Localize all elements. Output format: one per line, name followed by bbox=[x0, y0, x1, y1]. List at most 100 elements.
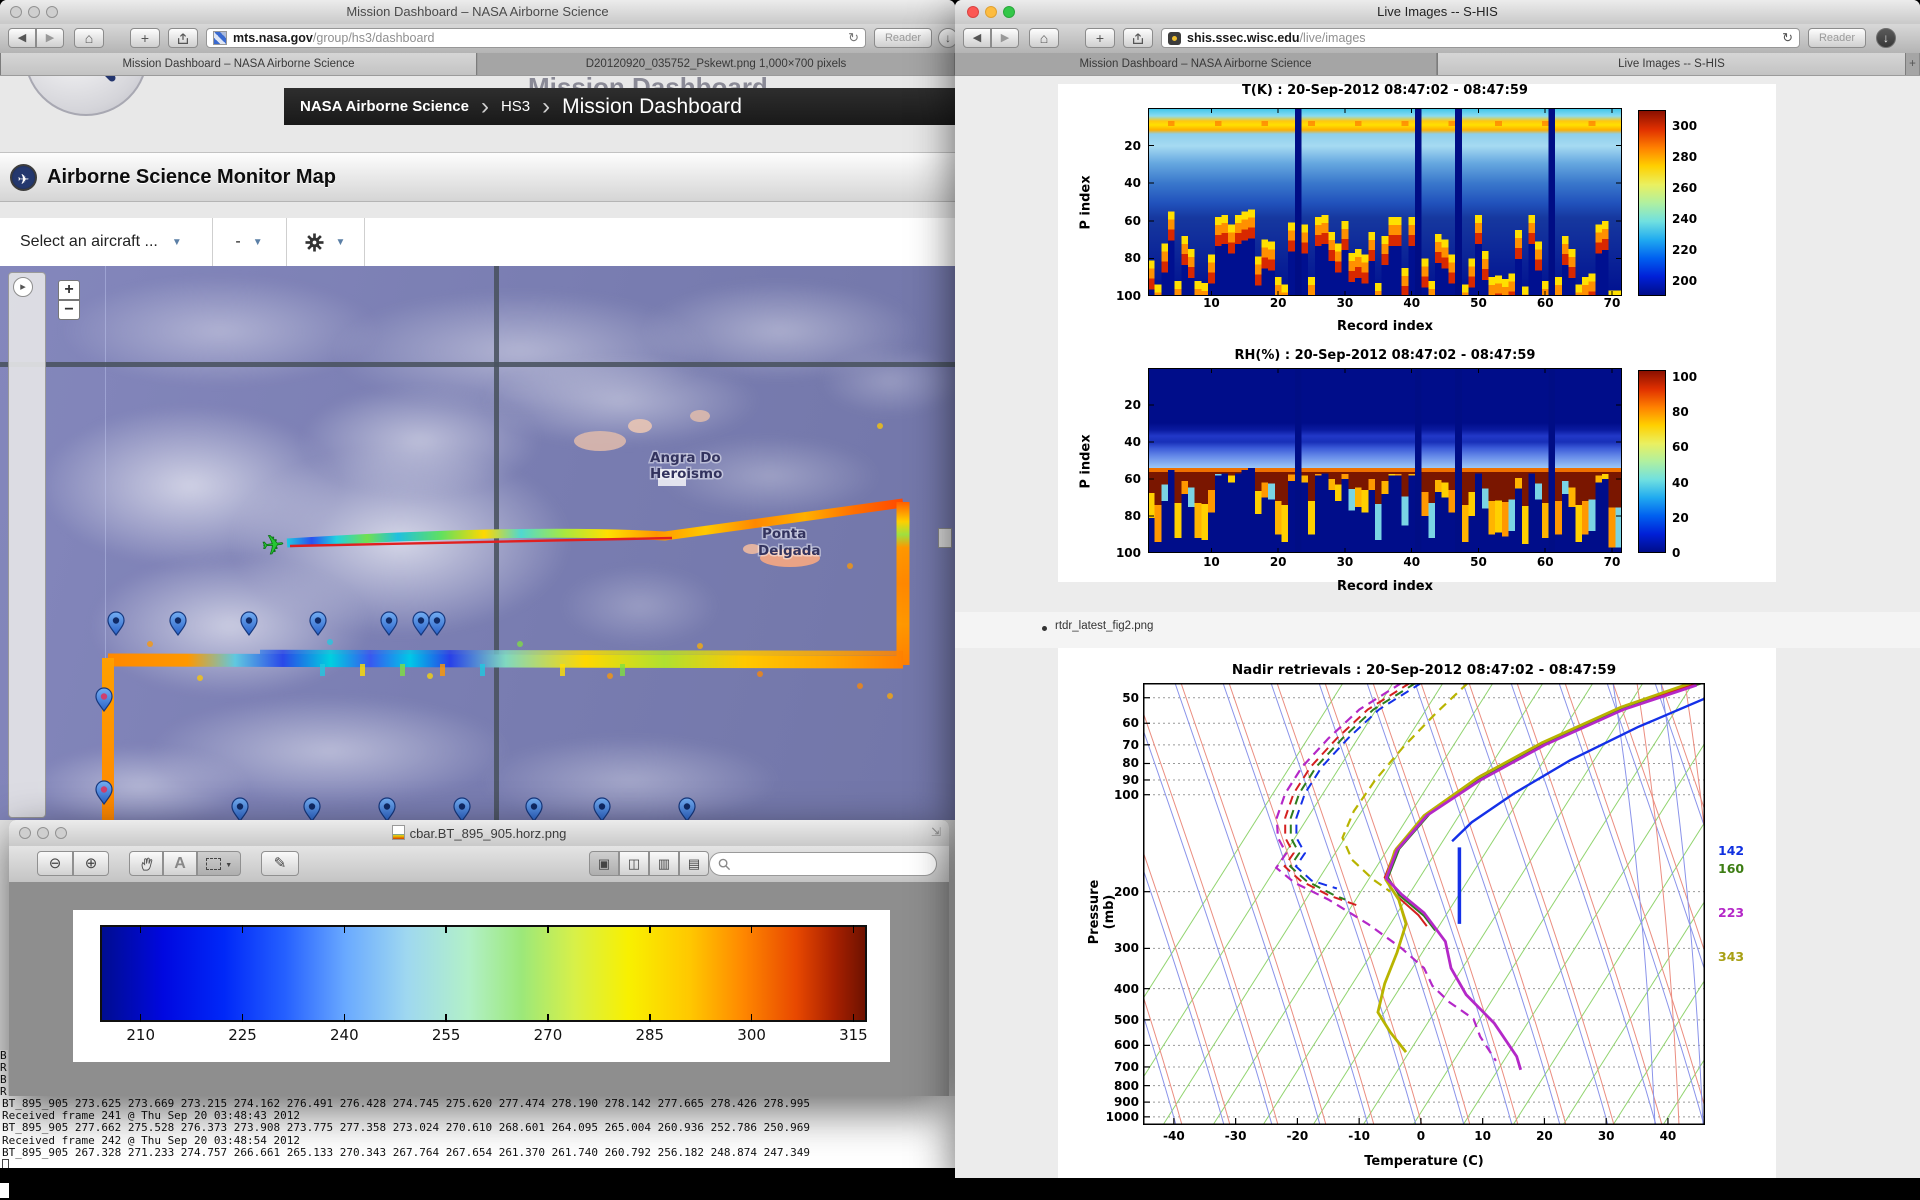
map-pin-marker[interactable] bbox=[380, 611, 398, 637]
url-path: /group/hs3/dashboard bbox=[312, 31, 435, 45]
reload-icon[interactable]: ↻ bbox=[848, 30, 859, 46]
map-pin-marker[interactable] bbox=[378, 797, 396, 820]
image-filename-link[interactable]: rtdr_latest_fig2.png bbox=[1055, 620, 1153, 632]
clock-logo bbox=[24, 76, 148, 116]
view-image-button[interactable]: ▣ bbox=[589, 851, 619, 876]
address-bar[interactable]: mts.nasa.gov/group/hs3/dashboard ↻ bbox=[206, 28, 866, 48]
view-two-icon: ▥ bbox=[657, 856, 671, 871]
colorbar-tick bbox=[241, 925, 244, 933]
tab-mission-dashboard[interactable]: Mission Dashboard – NASA Airborne Scienc… bbox=[955, 53, 1437, 75]
share-button[interactable] bbox=[168, 28, 198, 48]
preview-window: cbar.BT_895_905.horz.png ⇲ ⊖ ⊕ A ▼ ✎ ▣ ◫… bbox=[9, 820, 949, 1096]
clock-hand-icon bbox=[105, 76, 116, 82]
select-tool-button[interactable]: ▼ bbox=[197, 851, 241, 876]
new-tab-button[interactable]: + bbox=[130, 28, 160, 48]
preview-title-bar[interactable]: cbar.BT_895_905.horz.png ⇲ bbox=[9, 820, 949, 847]
home-button[interactable]: ⌂ bbox=[1029, 28, 1059, 48]
home-button[interactable]: ⌂ bbox=[74, 28, 104, 48]
window-title: Live Images -- S-HIS bbox=[1377, 4, 1498, 19]
monitor-map-header: ✈ Airborne Science Monitor Map bbox=[0, 152, 955, 202]
map-pin-marker[interactable] bbox=[525, 797, 543, 820]
colorbar-tick bbox=[547, 925, 549, 933]
skewt-plot bbox=[1143, 683, 1705, 1125]
aircraft-icon[interactable]: ✈ bbox=[260, 529, 287, 563]
plus-icon: + bbox=[64, 281, 74, 298]
forward-icon: ▶ bbox=[45, 32, 55, 44]
map-pin-marker[interactable] bbox=[412, 611, 430, 637]
panel-expand-icon: ▸ bbox=[20, 281, 26, 293]
map-pin-marker[interactable] bbox=[428, 611, 446, 637]
settings-menu[interactable]: ▼ bbox=[286, 218, 365, 266]
colorbar-tick-label: 255 bbox=[431, 1026, 461, 1044]
terminal-output[interactable]: BT_895_905 273.625 273.669 273.215 274.1… bbox=[0, 1096, 955, 1168]
aircraft-select[interactable]: Select an aircraft ... ▼ bbox=[0, 218, 213, 266]
map-control-clipped[interactable] bbox=[938, 528, 952, 548]
colorbar-tick bbox=[343, 925, 346, 933]
map-zoom-in-button[interactable]: + bbox=[58, 280, 80, 300]
colorbar-tick bbox=[343, 1014, 346, 1022]
reader-button[interactable]: Reader bbox=[874, 28, 932, 48]
map-pin-marker[interactable] bbox=[169, 611, 187, 637]
range-select[interactable]: - ▼ bbox=[212, 218, 287, 266]
downloads-button[interactable]: ↓ bbox=[1876, 28, 1896, 48]
zoom-in-button[interactable]: ⊕ bbox=[73, 851, 109, 876]
url-domain: mts.nasa.gov bbox=[233, 31, 313, 45]
annotate-button[interactable]: ✎ bbox=[261, 851, 299, 876]
left-title-bar[interactable]: Mission Dashboard – NASA Airborne Scienc… bbox=[0, 0, 955, 25]
map-pin-marker[interactable] bbox=[231, 797, 249, 820]
fullscreen-icon[interactable]: ⇲ bbox=[931, 825, 941, 839]
colorbar-tick bbox=[750, 1014, 753, 1022]
view-twoup-button[interactable]: ▥ bbox=[649, 851, 679, 876]
plus-icon: + bbox=[1909, 58, 1916, 70]
colorbar-tick-label: 315 bbox=[839, 1026, 868, 1044]
clipped-char: R bbox=[0, 1085, 7, 1097]
text-select-button[interactable]: A bbox=[163, 851, 197, 876]
move-tool-button[interactable] bbox=[129, 851, 163, 876]
panel-expand-button[interactable]: ▸ bbox=[13, 277, 33, 297]
island bbox=[628, 419, 652, 433]
right-browser-window: Live Images -- S-HIS ◀ ▶ ⌂ + shis.ssec.w… bbox=[955, 0, 1920, 1178]
back-button[interactable]: ◀ bbox=[8, 28, 36, 48]
back-icon: ◀ bbox=[972, 32, 982, 44]
hurricane-monitor-map[interactable]: ✈ Angra Do Heroismo Ponta Delgada ▸ + − bbox=[0, 266, 955, 820]
url-path: /live/images bbox=[1299, 31, 1366, 45]
forward-button[interactable]: ▶ bbox=[991, 28, 1019, 48]
aircraft-select-label: Select an aircraft ... bbox=[20, 233, 158, 250]
colorbar-tick bbox=[445, 1014, 447, 1022]
view-sidebar-button[interactable]: ◫ bbox=[619, 851, 649, 876]
tab-mission-dashboard[interactable]: Mission Dashboard – NASA Airborne Scienc… bbox=[0, 53, 477, 75]
share-button[interactable] bbox=[1123, 28, 1153, 48]
map-pin-marker[interactable] bbox=[107, 611, 125, 637]
tk-heatmap bbox=[1148, 108, 1622, 296]
breadcrumb-mission[interactable]: HS3 bbox=[501, 98, 530, 115]
map-pin-marker[interactable] bbox=[678, 797, 696, 820]
map-pin-marker[interactable] bbox=[309, 611, 327, 637]
breadcrumb-brand[interactable]: NASA Airborne Science bbox=[300, 98, 469, 115]
zoom-out-button[interactable]: ⊖ bbox=[37, 851, 73, 876]
right-title-bar[interactable]: Live Images -- S-HIS bbox=[955, 0, 1920, 25]
file-thumbnail-icon bbox=[391, 825, 405, 840]
pencil-icon: ✎ bbox=[273, 855, 287, 872]
new-tab-plus[interactable]: + bbox=[1906, 53, 1920, 75]
terminal-line: BT_895_905 277.662 275.528 276.373 273.9… bbox=[2, 1121, 810, 1135]
terminal-clipped-edge: B R B R bbox=[0, 1050, 8, 1096]
tab-pskewt-image[interactable]: D20120920_035752_Pskewt.png 1,000×700 pi… bbox=[478, 53, 955, 75]
reload-icon[interactable]: ↻ bbox=[1782, 30, 1793, 46]
map-pin-marker[interactable] bbox=[303, 797, 321, 820]
search-input[interactable] bbox=[709, 852, 937, 876]
view-contactsheet-button[interactable]: ▤ bbox=[679, 851, 709, 876]
forward-button[interactable]: ▶ bbox=[36, 28, 64, 48]
new-tab-button[interactable]: + bbox=[1085, 28, 1115, 48]
map-pin-marker[interactable] bbox=[240, 611, 258, 637]
back-button[interactable]: ◀ bbox=[963, 28, 991, 48]
island bbox=[690, 410, 710, 422]
map-zoom-out-button[interactable]: − bbox=[58, 300, 80, 320]
site-favicon bbox=[213, 31, 227, 45]
address-bar[interactable]: shis.ssec.wisc.edu/live/images ↻ bbox=[1161, 28, 1800, 48]
map-pin-marker[interactable] bbox=[453, 797, 471, 820]
tab-live-images[interactable]: Live Images -- S-HIS bbox=[1437, 53, 1906, 75]
reader-button[interactable]: Reader bbox=[1808, 28, 1866, 48]
window-corner-sliver bbox=[0, 1183, 9, 1198]
map-pin-marker[interactable] bbox=[593, 797, 611, 820]
preview-toolbar: ⊖ ⊕ A ▼ ✎ ▣ ◫ ▥ ▤ bbox=[9, 846, 949, 883]
